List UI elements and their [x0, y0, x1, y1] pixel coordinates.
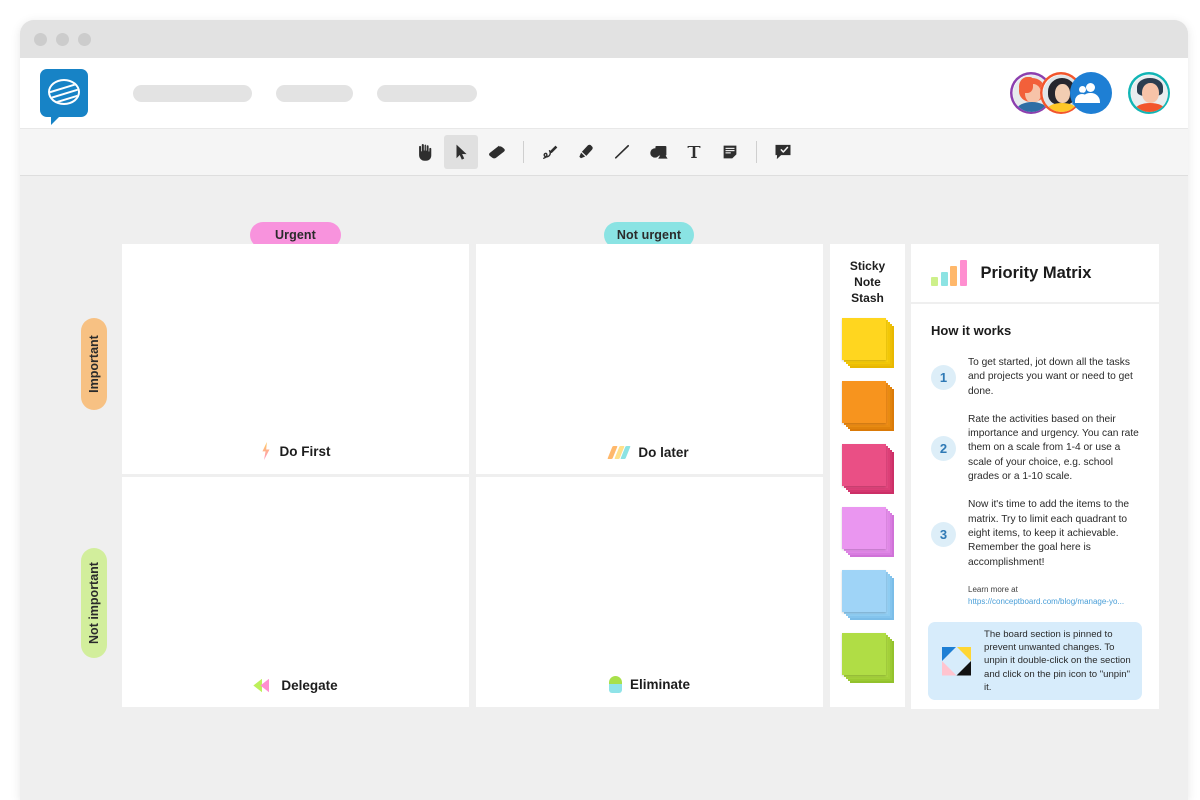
- drop-icon: [608, 676, 622, 693]
- step-number: 1: [931, 364, 956, 390]
- pinned-section-text: The board section is pinned to prevent u…: [984, 628, 1131, 693]
- current-user-avatar[interactable]: [1128, 72, 1170, 114]
- learn-more-label: Learn more at: [968, 584, 1018, 594]
- text-tool-icon[interactable]: [677, 135, 711, 169]
- pen-tool-icon[interactable]: [533, 135, 567, 169]
- quadrant-label-text: Delegate: [281, 678, 338, 693]
- sticky-note-pink[interactable]: [841, 444, 894, 494]
- quadrant-do-first[interactable]: Do First: [122, 244, 469, 474]
- window-title-bar: [20, 20, 1188, 58]
- stash-title-line-1: Sticky: [849, 259, 886, 273]
- bar-chart-icon: [931, 260, 967, 286]
- axis-label-not-important-text: Not important: [87, 562, 101, 644]
- nav-placeholder-2[interactable]: [276, 84, 353, 102]
- highlighter-tool-icon[interactable]: [569, 135, 603, 169]
- sticky-note-purple[interactable]: [841, 507, 894, 557]
- quadrant-label: Delegate: [253, 678, 338, 693]
- info-panel-title: Priority Matrix: [980, 263, 1092, 282]
- step-item: 2 Rate the activities based on their imp…: [931, 413, 1144, 484]
- line-tool-icon[interactable]: [605, 135, 639, 169]
- step-text: To get started, jot down all the tasks a…: [968, 357, 1133, 397]
- step-item: 1 To get started, jot down all the tasks…: [931, 356, 1144, 399]
- eraser-tool-icon[interactable]: [480, 135, 514, 169]
- add-people-icon: [1079, 86, 1086, 93]
- app-window: Urgent Not urgent Important Not importan…: [20, 20, 1188, 800]
- nav-placeholder-1[interactable]: [133, 84, 252, 102]
- quadrant-label-text: Eliminate: [629, 677, 691, 692]
- sticky-note-green[interactable]: [841, 633, 894, 683]
- how-it-works-heading: How it works: [927, 323, 1016, 342]
- nav-placeholders: [133, 84, 477, 102]
- conceptboard-logo[interactable]: [40, 69, 88, 125]
- axis-label-important-text: Important: [87, 335, 102, 393]
- board-canvas[interactable]: Urgent Not urgent Important Not importan…: [20, 176, 1188, 800]
- nav-placeholder-3[interactable]: [377, 84, 477, 102]
- drawing-toolbar: [20, 128, 1188, 176]
- double-left-arrow-icon: [253, 678, 273, 693]
- step-item: 3 Now it's time to add the items to the …: [931, 498, 1144, 569]
- toolbar-divider: [523, 141, 524, 163]
- axis-label-not-important[interactable]: Not important: [81, 548, 107, 658]
- window-minimize-button[interactable]: [56, 32, 69, 46]
- sticky-note-orange[interactable]: [841, 381, 894, 431]
- step-number: 2: [931, 436, 956, 462]
- sticky-note-blue[interactable]: [841, 570, 894, 620]
- priority-matrix-info-panel: Priority Matrix How it works 1 To get st…: [911, 244, 1159, 709]
- stash-title-line-2: Note: [854, 275, 881, 289]
- collaborator-avatars: [1010, 72, 1112, 114]
- info-panel-header: Priority Matrix: [911, 244, 1159, 302]
- step-text: Rate the activities based on their impor…: [968, 413, 1139, 483]
- app-header: [20, 58, 1188, 128]
- header-right: [1010, 72, 1170, 114]
- avatar-illustration: [1131, 75, 1168, 112]
- select-tool-icon[interactable]: [444, 135, 478, 169]
- shapes-tool-icon[interactable]: [641, 135, 675, 169]
- window-maximize-button[interactable]: [78, 32, 91, 46]
- hand-tool-icon[interactable]: [408, 135, 442, 169]
- learn-more-link[interactable]: https://conceptboard.com/blog/manage-yo.…: [968, 596, 1144, 608]
- quadrant-label: Do First: [260, 442, 330, 460]
- quadrant-delegate[interactable]: Delegate: [122, 477, 469, 707]
- step-text: Now it's time to add the items to the ma…: [968, 499, 1130, 568]
- quadrant-label-text: Do later: [638, 445, 689, 460]
- pinned-section-note: The board section is pinned to prevent u…: [928, 622, 1142, 700]
- quadrant-eliminate[interactable]: Eliminate: [476, 477, 823, 707]
- sticky-note-tool-icon[interactable]: [713, 135, 747, 169]
- lightning-bolt-icon: [260, 442, 271, 460]
- sticky-note-stash-title: Sticky Note Stash: [850, 258, 885, 306]
- quadrant-label: Eliminate: [608, 676, 691, 693]
- stash-title-line-3: Stash: [851, 291, 884, 305]
- quadrant-label: Do later: [607, 445, 689, 460]
- quadrant-label-text: Do First: [279, 443, 331, 459]
- sticky-note-stash-panel: Sticky Note Stash: [830, 244, 905, 707]
- info-panel-body: How it works 1 To get started, jot down …: [911, 304, 1159, 709]
- slanted-bars-icon: [607, 446, 633, 459]
- step-number: 3: [931, 521, 956, 547]
- toolbar-divider: [756, 141, 757, 163]
- sticky-note-yellow[interactable]: [841, 318, 894, 368]
- window-close-button[interactable]: [34, 32, 47, 46]
- add-people-button[interactable]: [1070, 72, 1112, 114]
- pinned-section-icon: [942, 646, 971, 676]
- learn-more-block: Learn more at https://conceptboard.com/b…: [968, 584, 1144, 608]
- quadrant-do-later[interactable]: Do later: [476, 244, 823, 474]
- logo-speech-bubble-icon: [48, 79, 80, 105]
- comment-tool-icon[interactable]: [766, 135, 800, 169]
- axis-label-important[interactable]: Important: [81, 318, 107, 410]
